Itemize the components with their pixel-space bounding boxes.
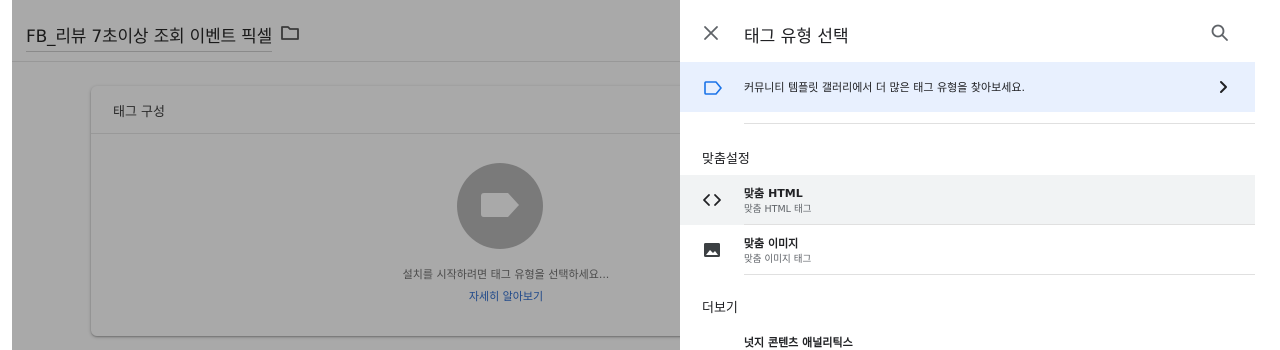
tag-type-custom-image[interactable]: 맞춤 이미지 맞춤 이미지 태그 bbox=[680, 225, 1255, 275]
tag-type-subtitle: 맞춤 HTML 태그 bbox=[744, 204, 812, 215]
panel-header: 태그 유형 선택 bbox=[680, 0, 1280, 62]
tag-name-title[interactable]: FB_리뷰 7초이상 조회 이벤트 픽셀 bbox=[26, 22, 272, 52]
tag-type-title: 맞춤 이미지 bbox=[744, 237, 799, 250]
tag-type-subtitle: 맞춤 이미지 태그 bbox=[744, 254, 812, 265]
section-heading-custom: 맞춤설정 bbox=[702, 152, 750, 167]
config-card-divider bbox=[91, 133, 680, 134]
editor-header: FB_리뷰 7초이상 조회 이벤트 픽셀 bbox=[12, 0, 680, 62]
divider bbox=[744, 123, 1255, 124]
config-hint-text: 설치를 시작하려면 태그 유형을 선택하세요... bbox=[402, 268, 610, 281]
panel-title: 태그 유형 선택 bbox=[744, 27, 849, 47]
community-banner-text: 커뮤니티 템플릿 갤러리에서 더 많은 태그 유형을 찾아보세요. bbox=[744, 81, 1025, 94]
image-icon bbox=[702, 241, 722, 259]
community-gallery-banner[interactable]: 커뮤니티 템플릿 갤러리에서 더 많은 태그 유형을 찾아보세요. bbox=[680, 62, 1255, 112]
learn-more-link[interactable]: 자세히 알아보기 bbox=[451, 288, 561, 304]
config-card-title: 태그 구성 bbox=[113, 105, 165, 120]
close-icon[interactable] bbox=[700, 22, 722, 44]
tag-type-custom-html[interactable]: 맞춤 HTML 맞춤 HTML 태그 bbox=[680, 175, 1255, 225]
tag-outline-icon bbox=[704, 80, 722, 99]
tag-type-nudge-content-analytics[interactable]: 넛지 콘텐츠 애널리틱스 bbox=[744, 334, 853, 350]
divider bbox=[744, 274, 1255, 275]
search-icon[interactable] bbox=[1209, 22, 1231, 44]
choose-tag-type-panel: 태그 유형 선택 커뮤니티 템플릿 갤러리에서 더 많은 태그 유형을 찾아보세… bbox=[680, 0, 1280, 350]
left-edge-strip bbox=[0, 0, 12, 350]
tag-icon[interactable] bbox=[457, 163, 543, 249]
code-icon bbox=[702, 191, 722, 209]
tag-type-title: 맞춤 HTML bbox=[744, 187, 803, 200]
tag-configuration-card[interactable]: 태그 구성 설치를 시작하려면 태그 유형을 선택하세요... 자세히 알아보기 bbox=[91, 86, 680, 336]
chevron-right-icon bbox=[1216, 79, 1230, 98]
folder-icon[interactable] bbox=[280, 25, 300, 41]
editor-backdrop[interactable]: FB_리뷰 7초이상 조회 이벤트 픽셀 태그 구성 설치를 시작하려면 태그 … bbox=[0, 0, 680, 350]
section-heading-more: 더보기 bbox=[702, 301, 738, 316]
